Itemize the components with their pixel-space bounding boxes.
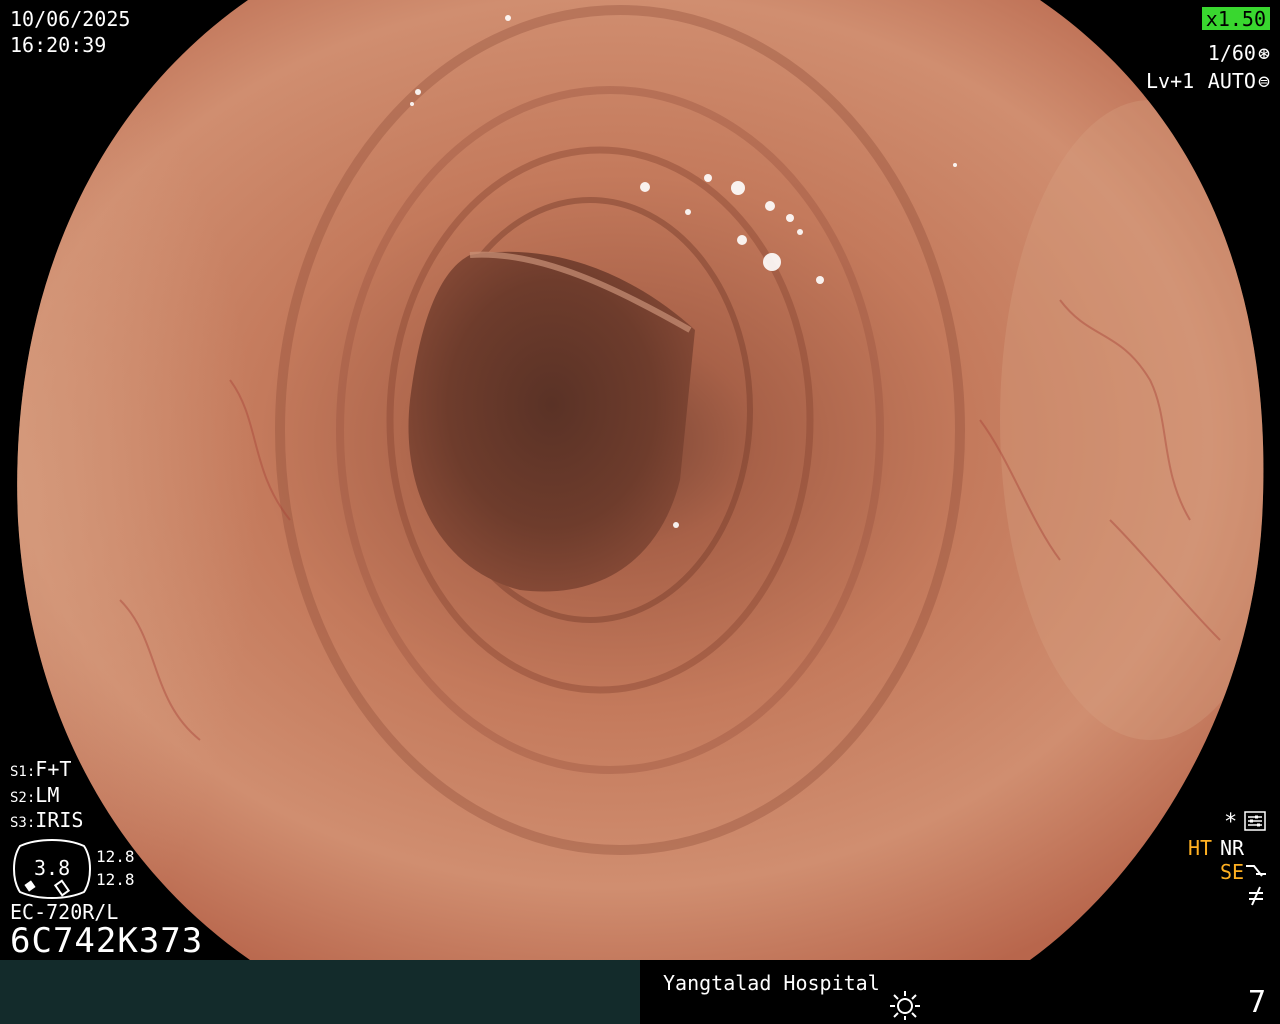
light-source-icon <box>890 991 920 1020</box>
iris-icon: ⊜ <box>1257 69 1270 93</box>
shutter-value: 1/60 <box>1207 41 1256 65</box>
gauge-top-value: 12.8 <box>96 847 135 866</box>
gauge-bottom-value: 12.8 <box>96 870 135 889</box>
status-bar-left <box>0 960 640 1024</box>
scope-model: EC-720R/L <box>10 900 119 924</box>
asterisk-indicator: * <box>1224 810 1238 835</box>
switch-2-key: S2: <box>10 790 36 806</box>
gauge-value: 3.8 <box>34 856 71 880</box>
switch-1: S1:F+T <box>10 759 71 779</box>
endoscopic-image <box>0 0 1280 960</box>
switch-3-key: S3: <box>10 815 36 831</box>
switch-3: S3:IRIS <box>10 810 83 830</box>
endoscopy-screen: 10/06/2025 16:20:39 x1.50 1/60 ⊛ Lv+1 AUT… <box>0 0 1280 1024</box>
se-indicator: SE <box>1220 860 1245 884</box>
exam-time: 16:20:39 <box>10 33 107 57</box>
image-count: 7 <box>1247 985 1266 1020</box>
structure-enhance-icon <box>1246 865 1266 877</box>
brightness-level: Lv+1 <box>1146 69 1195 93</box>
iris-mode-value: AUTO <box>1207 69 1256 93</box>
switch-2: S2:LM <box>10 785 59 805</box>
aperture-icon: ⊛ <box>1257 41 1270 65</box>
scope-serial: 6C742K373 <box>10 921 204 961</box>
hospital-name: Yangtalad Hospital <box>663 971 880 995</box>
exam-date: 10/06/2025 <box>10 7 131 31</box>
iris-mode-readout: AUTO ⊜ <box>1208 71 1270 91</box>
switch-1-key: S1: <box>10 764 36 780</box>
switch-2-value: LM <box>35 783 60 807</box>
ht-indicator: HT <box>1188 836 1213 860</box>
shutter-readout: 1/60 ⊛ <box>1208 43 1270 63</box>
zoom-badge: x1.50 <box>1201 7 1270 30</box>
switch-1-value: F+T <box>35 757 72 781</box>
switch-3-value: IRIS <box>35 808 84 832</box>
settings-menu-icon <box>1244 811 1266 831</box>
nr-indicator: NR <box>1220 836 1245 860</box>
freeze-icon <box>1249 886 1263 906</box>
